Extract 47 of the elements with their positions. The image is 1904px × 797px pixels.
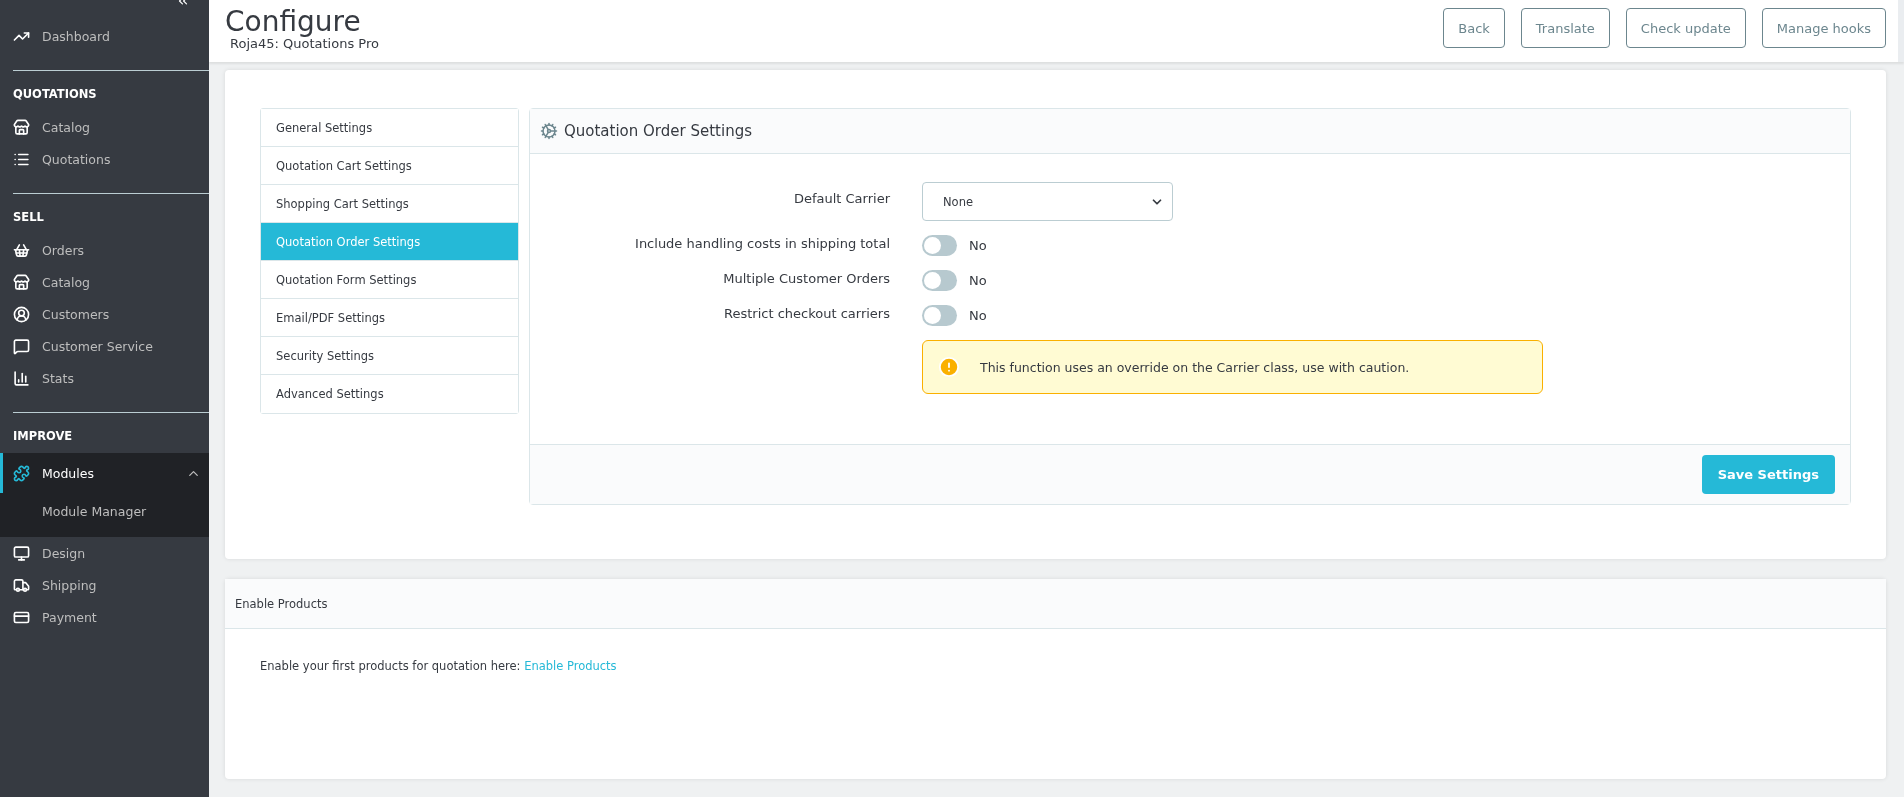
card-text: Enable your first products for quotation here: Enable Products [259,658,618,675]
sidebar-item[interactable]: Customer Service [13,330,209,362]
header-button[interactable]: Check update [1625,8,1746,48]
alert-text: This function uses an override on the Carrier class, use with caution. [980,359,1410,375]
header-button[interactable]: Translate [1520,8,1610,48]
menu-item-icon [13,576,30,594]
toggle-state: No [969,238,987,253]
select-field[interactable]: None [922,182,1173,221]
panel-title: Quotation Order Settings [564,122,752,140]
card-title: Enable Products [225,579,1886,629]
menu-item-icon [13,241,30,259]
sidebar-item[interactable]: Dashboard [13,20,209,52]
menu-item-icon [13,118,30,136]
toggle-state: No [969,273,987,288]
sidebar-item[interactable]: Customers [13,298,209,330]
field-label: Include handling costs in shipping total [634,235,890,253]
menu-item-icon [13,305,30,323]
section-heading: SELL [13,209,45,226]
menu-item-icon [13,464,30,482]
sidebar-item[interactable]: Stats [13,362,209,394]
sidebar-item[interactable]: Shipping [13,569,209,601]
toggle-state: No [969,308,987,323]
warning-icon [938,356,960,378]
field-label: Multiple Customer Orders [722,270,890,288]
section-heading: IMPROVE [13,428,74,445]
page-subtitle: Roja45: Quotations Pro [230,36,379,51]
toggle-switch[interactable] [922,270,957,291]
toggle-switch[interactable] [922,305,957,326]
header-button[interactable]: Back [1443,8,1505,48]
sidebar-item[interactable]: Catalog [13,111,209,143]
menu-item-icon [13,369,30,387]
sidebar-item[interactable]: Payment [13,601,209,633]
menu-item-icon [13,544,30,562]
menu-item-icon [13,273,30,291]
section-heading: QUOTATIONS [13,86,98,103]
sidebar-item[interactable]: Orders [13,234,209,266]
header-button[interactable]: Manage hooks [1761,8,1886,48]
menu-item-icon [13,337,30,355]
field-label: Restrict checkout carriers [723,305,890,323]
sidebar-item[interactable]: Design [13,537,209,569]
sidebar-item[interactable]: Modules [0,453,209,493]
sidebar-item[interactable]: Catalog [13,266,209,298]
gear-icon [540,122,558,140]
toggle-switch[interactable] [922,235,957,256]
field-label: Default Carrier [792,190,890,208]
settings-tab[interactable]: General Settings [261,109,518,147]
sidebar-item[interactable]: Quotations [13,143,209,175]
